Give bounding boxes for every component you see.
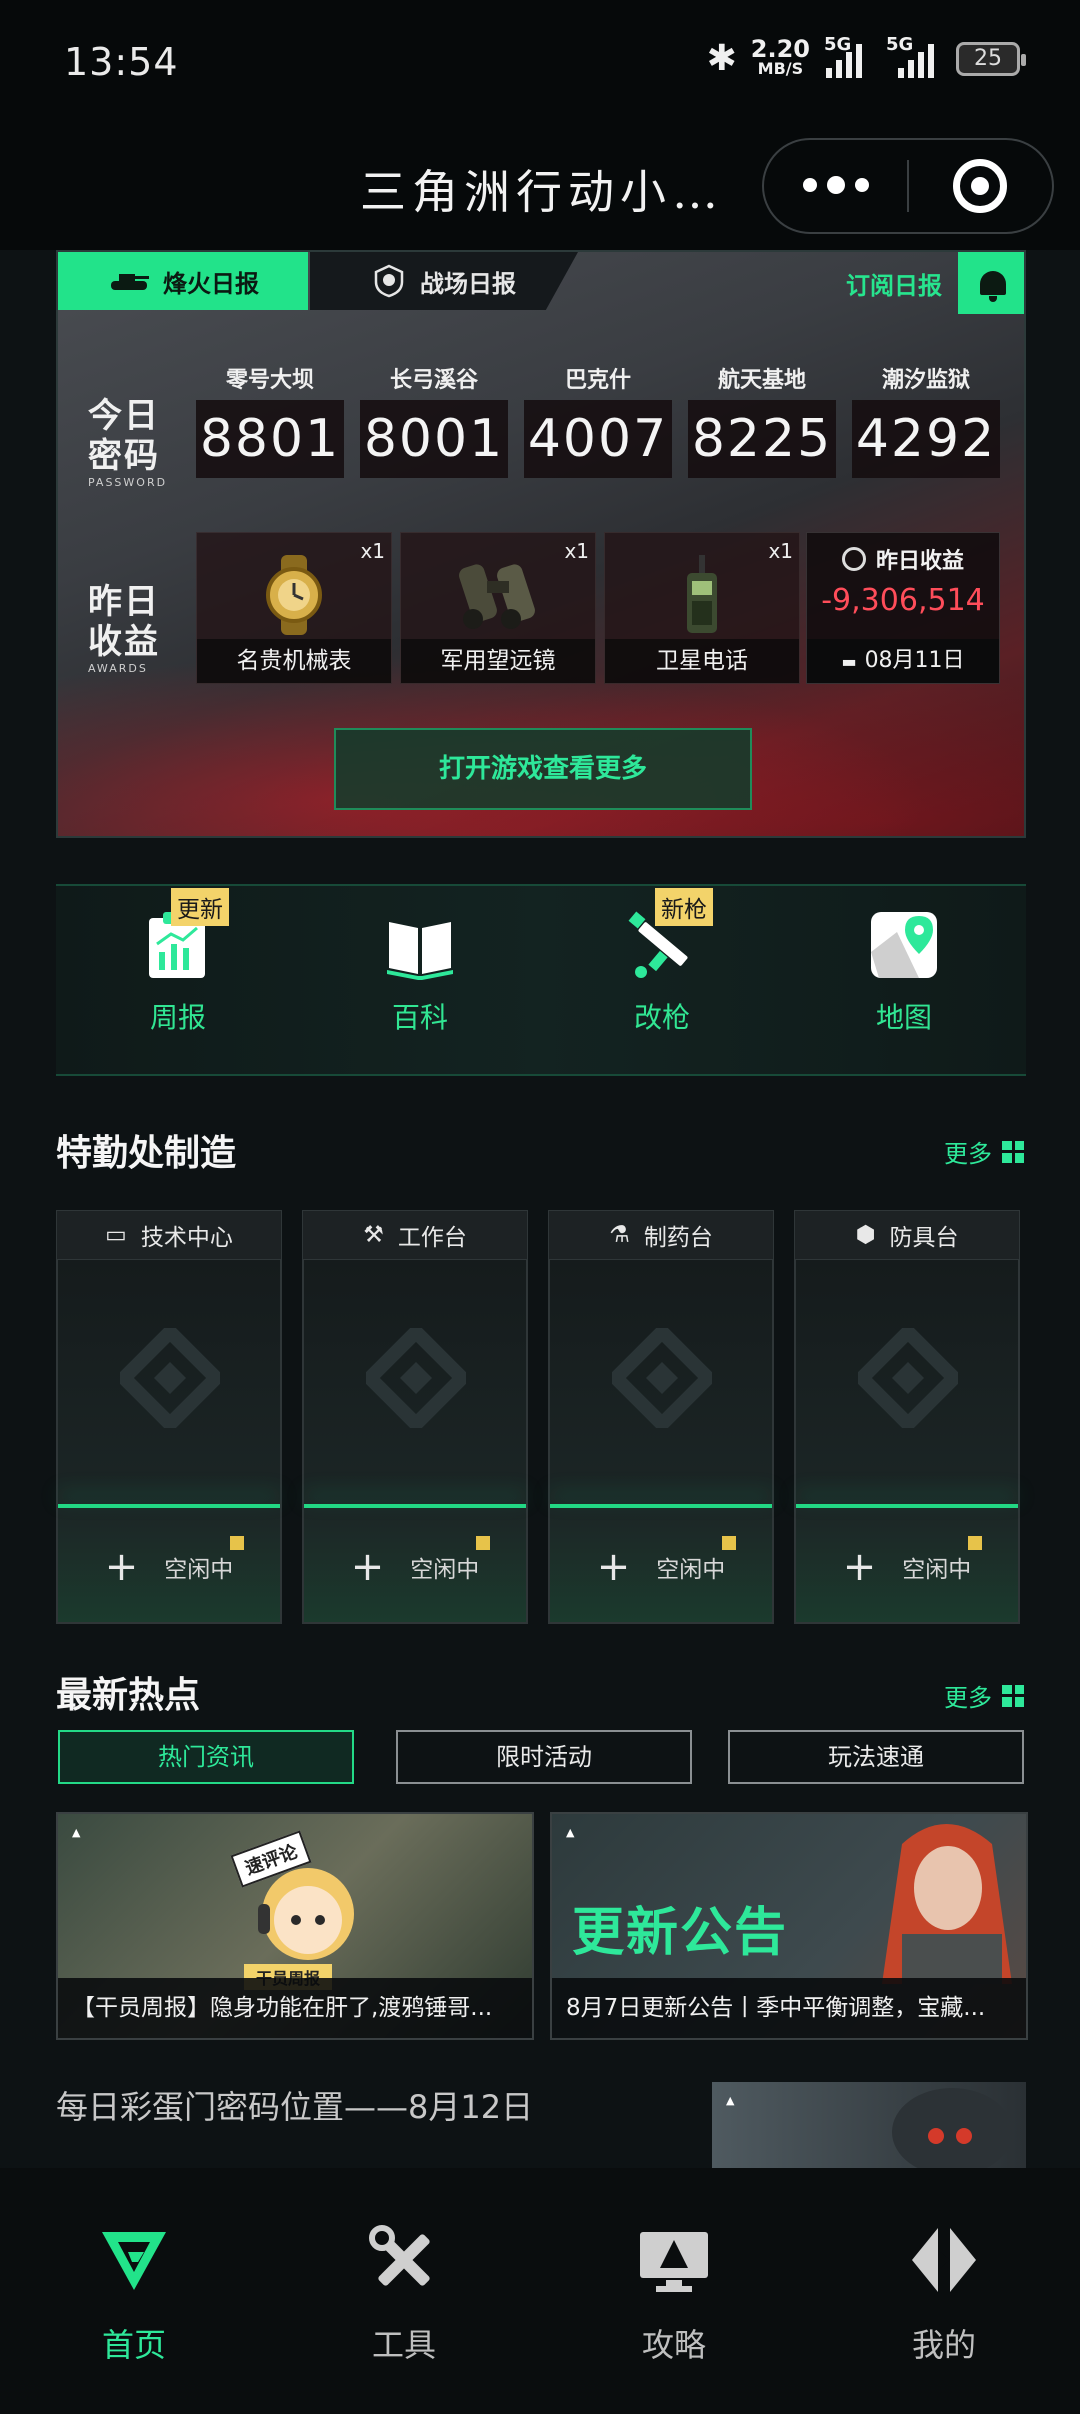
alert-icon xyxy=(230,1536,244,1550)
earnings-date: ▬ 08月11日 xyxy=(807,639,999,683)
nav-home[interactable]: 首页 xyxy=(44,2224,224,2366)
hotspot-more-link[interactable]: 更多 xyxy=(944,1678,1024,1713)
tab-fire-report[interactable]: 烽火日报 xyxy=(58,252,308,310)
hammer-wrench-icon: ⚒ xyxy=(363,1222,384,1248)
bottom-navigation: 首页 工具 攻略 我的 xyxy=(0,2168,1080,2414)
status-icons: ✱ 2.20 MB/S 5G 5G 25 xyxy=(706,34,1026,79)
mini-program-titlebar: 三角洲行动小… xyxy=(0,130,1080,250)
quick-tool-weekly-report[interactable]: 更新 周报 xyxy=(98,888,258,1036)
add-icon: + xyxy=(842,1544,877,1590)
network-speed: 2.20 MB/S xyxy=(750,34,810,78)
soldier-portrait-image xyxy=(882,1824,1012,1984)
add-icon: + xyxy=(104,1544,139,1590)
soldier-helmet-image xyxy=(892,2088,1012,2170)
bluetooth-icon: ✱ xyxy=(706,38,737,79)
app-title: 三角洲行动小… xyxy=(360,165,724,219)
station-pharmacy[interactable]: ⚗ 制药台 + 空闲中 xyxy=(548,1210,774,1624)
crafting-section-title: 特勤处制造 xyxy=(56,1133,237,1174)
alert-icon xyxy=(476,1536,490,1550)
earnings-value: -9,306,514 xyxy=(821,583,985,618)
battery-icon: 25 xyxy=(956,41,1026,76)
reward-item[interactable]: x1 军用望远镜 xyxy=(400,532,596,684)
today-password-label: 今日 密码 PASSWORD xyxy=(88,396,168,489)
clock: 13:54 xyxy=(64,40,179,84)
more-options-button[interactable] xyxy=(764,176,907,194)
quick-tool-map[interactable]: 地图 xyxy=(824,908,984,1036)
add-icon: + xyxy=(596,1544,631,1590)
open-game-button[interactable]: 打开游戏查看更多 xyxy=(334,728,752,810)
skull-shield-icon xyxy=(374,264,404,298)
profile-icon xyxy=(912,2228,976,2292)
nav-guide[interactable]: 攻略 xyxy=(584,2224,764,2366)
microscope-icon: ⚗ xyxy=(609,1222,630,1248)
tab-limited-events[interactable]: 限时活动 xyxy=(396,1730,692,1784)
capsule-menu xyxy=(762,138,1054,234)
monitor-icon: ▭ xyxy=(105,1222,127,1248)
calendar-icon: ▬ xyxy=(841,652,857,671)
nav-profile[interactable]: 我的 xyxy=(854,2224,1034,2366)
armor-icon: ⬢ xyxy=(855,1222,876,1248)
bell-icon xyxy=(980,271,1006,302)
delta-logo-icon xyxy=(612,1328,712,1428)
delta-logo-icon xyxy=(858,1328,958,1428)
grid-icon xyxy=(1002,1140,1024,1163)
map-password: 长弓溪谷 8001 xyxy=(360,362,508,478)
coin-icon xyxy=(841,547,866,571)
delta-logo-icon xyxy=(120,1328,220,1428)
quick-tools-bar: 更新 周报 百科 新枪 改枪 地图 xyxy=(56,884,1026,1076)
tools-icon xyxy=(369,2225,430,2286)
hotspot-section-title: 最新热点 xyxy=(56,1675,201,1716)
quick-tool-encyclopedia[interactable]: 百科 xyxy=(340,908,500,1036)
book-icon xyxy=(387,922,453,980)
tab-battlefield-report[interactable]: 战场日报 xyxy=(310,252,578,310)
status-bar: 13:54 ✱ 2.20 MB/S 5G 5G 25 xyxy=(0,0,1080,130)
map-icon xyxy=(871,912,937,978)
quick-tool-gun-mod[interactable]: 新枪 改枪 xyxy=(582,888,742,1036)
grid-icon xyxy=(1002,1684,1024,1707)
tank-icon xyxy=(111,274,149,290)
update-notice-art: 更新公告 xyxy=(572,1903,789,1963)
yesterday-earnings: 昨日收益 -9,306,514 ▬ 08月11日 xyxy=(806,532,1000,684)
add-icon: + xyxy=(350,1544,385,1590)
station-armor-bench[interactable]: ⬢ 防具台 + 空闲中 xyxy=(794,1210,1020,1624)
station-workbench[interactable]: ⚒ 工作台 + 空闲中 xyxy=(302,1210,528,1624)
reward-item[interactable]: x1 卫星电话 xyxy=(604,532,800,684)
guide-icon xyxy=(640,2232,708,2292)
crafting-more-link[interactable]: 更多 xyxy=(944,1134,1024,1169)
daily-easter-egg-link[interactable]: 每日彩蛋门密码位置——8月12日 xyxy=(56,2082,533,2128)
map-password: 潮汐监狱 4292 xyxy=(852,362,1000,478)
close-miniprogram-button[interactable] xyxy=(909,159,1052,213)
map-password: 零号大坝 8801 xyxy=(196,362,344,478)
watch-icon xyxy=(266,555,322,635)
home-icon xyxy=(102,2232,166,2290)
signal-icon: 5G xyxy=(824,34,868,78)
delta-logo-icon xyxy=(366,1328,466,1428)
news-card[interactable]: ▲ 速评论 干员周报 【干员周报】隐身功能在肝了,渡鸦锤哥... xyxy=(56,1812,534,2040)
alert-icon xyxy=(968,1536,982,1550)
game-logo: ▲ xyxy=(566,1826,575,1839)
game-logo: ▲ xyxy=(726,2094,735,2107)
new-gun-badge: 新枪 xyxy=(655,888,713,926)
report-tabs: 烽火日报 战场日报 订阅日报 xyxy=(58,252,1024,314)
subscribe-report-link[interactable]: 订阅日报 xyxy=(846,266,942,301)
tab-hot-news[interactable]: 热门资讯 xyxy=(58,1730,354,1784)
alert-icon xyxy=(722,1536,736,1550)
map-password: 巴克什 4007 xyxy=(524,362,672,478)
daily-thumbnail[interactable]: ▲ xyxy=(712,2082,1026,2170)
station-tech-center[interactable]: ▭ 技术中心 + 空闲中 xyxy=(56,1210,282,1624)
signal-icon: 5G xyxy=(882,34,942,78)
news-card[interactable]: ▲ 更新公告 8月7日更新公告丨季中平衡调整，宝藏... xyxy=(550,1812,1028,2040)
update-badge: 更新 xyxy=(171,888,229,926)
binoculars-icon xyxy=(459,564,535,629)
daily-report-card: 烽火日报 战场日报 订阅日报 今日 密码 PASSWORD 零号大坝 8801 … xyxy=(56,250,1026,838)
reward-item[interactable]: x1 名贵机械表 xyxy=(196,532,392,684)
notification-button[interactable] xyxy=(958,252,1024,314)
yesterday-awards-label: 昨日 收益 AWARDS xyxy=(88,582,160,675)
target-icon xyxy=(953,159,1008,213)
map-password: 航天基地 8225 xyxy=(688,362,836,478)
tab-gameplay-guide[interactable]: 玩法速通 xyxy=(728,1730,1024,1784)
satellite-phone-icon xyxy=(687,555,717,633)
game-logo: ▲ xyxy=(72,1826,81,1839)
nav-tools[interactable]: 工具 xyxy=(314,2224,494,2366)
